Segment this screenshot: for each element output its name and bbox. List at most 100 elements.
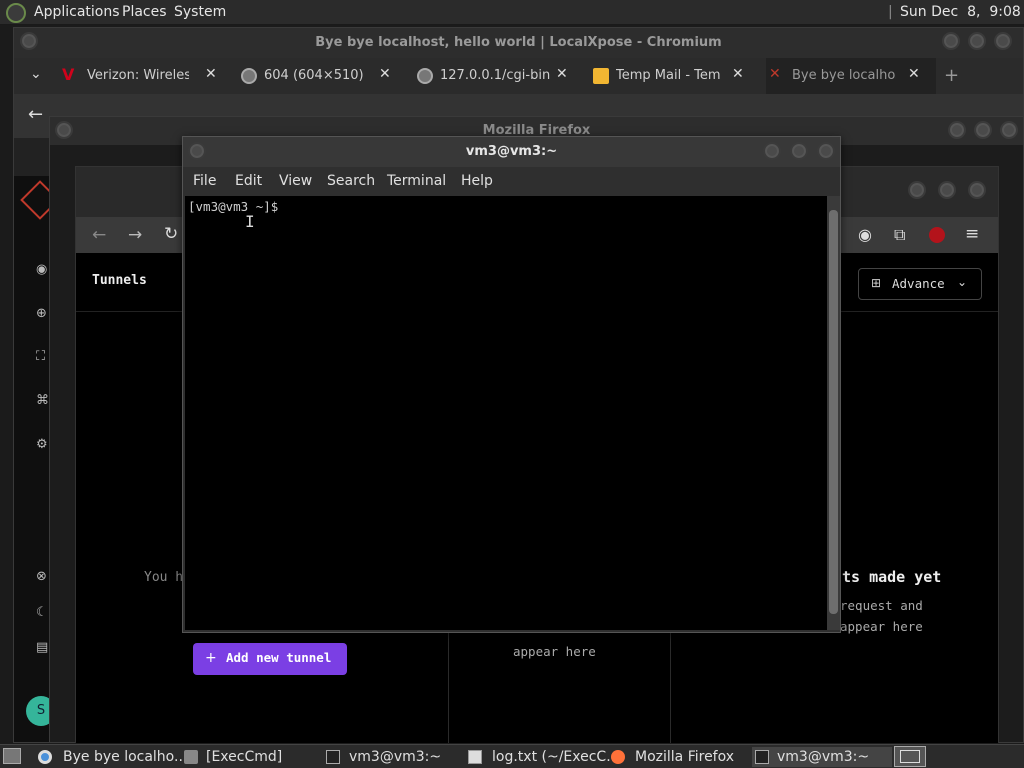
globe-icon bbox=[241, 68, 257, 84]
taskbar-item-execcmd[interactable]: [ExecCmd] bbox=[180, 747, 320, 767]
text-cursor-icon: I bbox=[245, 212, 255, 231]
tab-localxpose-active[interactable]: ✕ Bye bye localhost, ✕ bbox=[766, 58, 936, 94]
close-icon[interactable] bbox=[968, 181, 986, 199]
taskbar-label: vm3@vm3:~ bbox=[777, 749, 870, 765]
applications-logo-icon[interactable] bbox=[6, 3, 26, 23]
maximize-icon[interactable] bbox=[790, 142, 808, 160]
close-icon[interactable] bbox=[817, 142, 835, 160]
taskbar-item-terminal[interactable]: vm3@vm3:~ bbox=[323, 747, 463, 767]
taskbar-item-log-txt[interactable]: log.txt (~/ExecC... bbox=[466, 747, 620, 767]
top-panel: Applications Places System | Sun Dec 8, … bbox=[0, 0, 1024, 25]
menu-search[interactable]: Search bbox=[327, 173, 375, 189]
terminal-icon bbox=[326, 750, 340, 764]
support-icon: ⊗ bbox=[36, 569, 47, 584]
menu-system[interactable]: System bbox=[174, 4, 226, 20]
shell-prompt: [vm3@vm3 ~]$ bbox=[188, 199, 286, 214]
menu-places[interactable]: Places bbox=[122, 4, 167, 20]
column-empty-text: appear here bbox=[513, 644, 596, 659]
chevron-down-icon: ⌄ bbox=[957, 275, 968, 289]
chromium-window-title: Bye bye localhost, hello world | LocalXp… bbox=[315, 35, 722, 50]
tab-label: Temp Mail - Temp bbox=[616, 68, 720, 83]
taskbar-label: log.txt (~/ExecC... bbox=[492, 749, 620, 765]
minimize-icon[interactable] bbox=[763, 142, 781, 160]
clock[interactable]: Sun Dec 8, 9:08 AM bbox=[900, 4, 1024, 20]
terminal-scrollbar[interactable] bbox=[827, 196, 840, 630]
menu-file[interactable]: File bbox=[193, 173, 216, 189]
scrollbar-thumb[interactable] bbox=[829, 210, 838, 614]
tab-close-icon[interactable]: ✕ bbox=[379, 66, 391, 82]
tab-verizon[interactable]: V Verizon: Wireless, ✕ bbox=[58, 58, 228, 94]
advance-label: Advance bbox=[892, 276, 945, 291]
no-requests-line2: appear here bbox=[840, 619, 923, 634]
firefox-icon bbox=[611, 750, 625, 764]
menu-terminal[interactable]: Terminal bbox=[387, 173, 446, 189]
close-icon[interactable] bbox=[1000, 121, 1018, 139]
taskbar-label: [ExecCmd] bbox=[206, 749, 283, 765]
tab-temp-mail[interactable]: Temp Mail - Temp ✕ bbox=[590, 58, 760, 94]
tab-close-icon[interactable]: ✕ bbox=[556, 66, 568, 82]
workspace-switcher[interactable] bbox=[894, 746, 926, 767]
grid-icon: ⊞ bbox=[871, 276, 882, 290]
tab-close-icon[interactable]: ✕ bbox=[205, 66, 217, 82]
chromium-titlebar[interactable]: Bye bye localhost, hello world | LocalXp… bbox=[14, 28, 1023, 58]
taskbar-item-chromium[interactable]: Bye bye localho... bbox=[36, 747, 187, 767]
tab-label: Verizon: Wireless, bbox=[87, 68, 189, 83]
menu-help[interactable]: Help bbox=[461, 173, 493, 189]
menu-edit[interactable]: Edit bbox=[235, 173, 262, 189]
maximize-icon[interactable] bbox=[938, 181, 956, 199]
menu-applications[interactable]: Applications bbox=[34, 4, 120, 20]
menu-view[interactable]: View bbox=[279, 173, 312, 189]
tab-label: Bye bye localhost, bbox=[792, 68, 896, 83]
tab-search-chevron-icon[interactable]: ⌄ bbox=[30, 66, 42, 82]
localxpose-icon: ✕ bbox=[769, 66, 781, 82]
terminal-output[interactable]: [vm3@vm3 ~]$ I bbox=[185, 196, 827, 630]
ublock-icon[interactable] bbox=[929, 227, 945, 243]
tab-image-604[interactable]: 604 (604×510) ✕ bbox=[236, 58, 406, 94]
panel-separator: | bbox=[888, 4, 893, 20]
fingerprint-icon: ⌘ bbox=[36, 393, 49, 408]
extensions-icon[interactable]: ⧉ bbox=[894, 225, 905, 245]
folder-icon bbox=[184, 750, 198, 764]
back-arrow-icon[interactable]: ← bbox=[28, 104, 43, 125]
add-tunnel-button[interactable]: + Add new tunnel bbox=[193, 643, 347, 675]
no-requests-line1: request and bbox=[840, 598, 923, 613]
column-divider bbox=[670, 627, 671, 743]
tab-close-icon[interactable]: ✕ bbox=[732, 66, 744, 82]
empty-tunnels-text: You h bbox=[144, 570, 184, 585]
terminal-menubar: File Edit View Search Terminal Help bbox=[183, 167, 840, 195]
add-tunnel-label: Add new tunnel bbox=[226, 650, 332, 665]
tunnels-heading: Tunnels bbox=[92, 273, 147, 288]
column-divider bbox=[448, 627, 449, 743]
workspace-icon bbox=[900, 750, 920, 763]
doc-icon: ▤ bbox=[36, 640, 49, 655]
forward-arrow-icon[interactable]: → bbox=[128, 225, 142, 245]
minimize-icon[interactable] bbox=[942, 32, 960, 50]
tab-close-icon[interactable]: ✕ bbox=[908, 66, 920, 82]
show-desktop-icon[interactable] bbox=[3, 748, 21, 764]
minimize-icon[interactable] bbox=[948, 121, 966, 139]
radio-icon: ◉ bbox=[36, 262, 48, 277]
new-tab-button[interactable]: + bbox=[944, 65, 959, 86]
terminal-window: vm3@vm3:~ File Edit View Search Terminal… bbox=[182, 136, 841, 633]
minimize-icon[interactable] bbox=[908, 181, 926, 199]
text-editor-icon bbox=[468, 750, 482, 764]
no-requests-title: ts made yet bbox=[842, 568, 942, 586]
globe-icon bbox=[417, 68, 433, 84]
back-arrow-icon[interactable]: ← bbox=[92, 225, 106, 245]
tab-label: 604 (604×510) bbox=[264, 68, 364, 83]
tab-cgi-bin[interactable]: 127.0.0.1/cgi-bin/c ✕ bbox=[414, 58, 584, 94]
gear-icon: ⚙ bbox=[36, 437, 48, 452]
advance-dropdown[interactable]: ⊞ Advance ⌄ bbox=[858, 268, 982, 300]
taskbar-item-terminal-active[interactable]: vm3@vm3:~ bbox=[752, 747, 892, 767]
hamburger-menu-icon[interactable]: ≡ bbox=[965, 224, 979, 244]
maximize-icon[interactable] bbox=[968, 32, 986, 50]
account-icon[interactable]: ◉ bbox=[858, 225, 872, 244]
mail-icon bbox=[593, 68, 609, 84]
terminal-titlebar[interactable]: vm3@vm3:~ bbox=[183, 137, 840, 167]
moon-icon: ☾ bbox=[36, 605, 48, 620]
close-icon[interactable] bbox=[994, 32, 1012, 50]
reload-icon[interactable]: ↻ bbox=[164, 224, 178, 244]
taskbar-label: Mozilla Firefox bbox=[635, 749, 735, 765]
maximize-icon[interactable] bbox=[974, 121, 992, 139]
taskbar-item-firefox[interactable]: Mozilla Firefox bbox=[610, 747, 750, 767]
